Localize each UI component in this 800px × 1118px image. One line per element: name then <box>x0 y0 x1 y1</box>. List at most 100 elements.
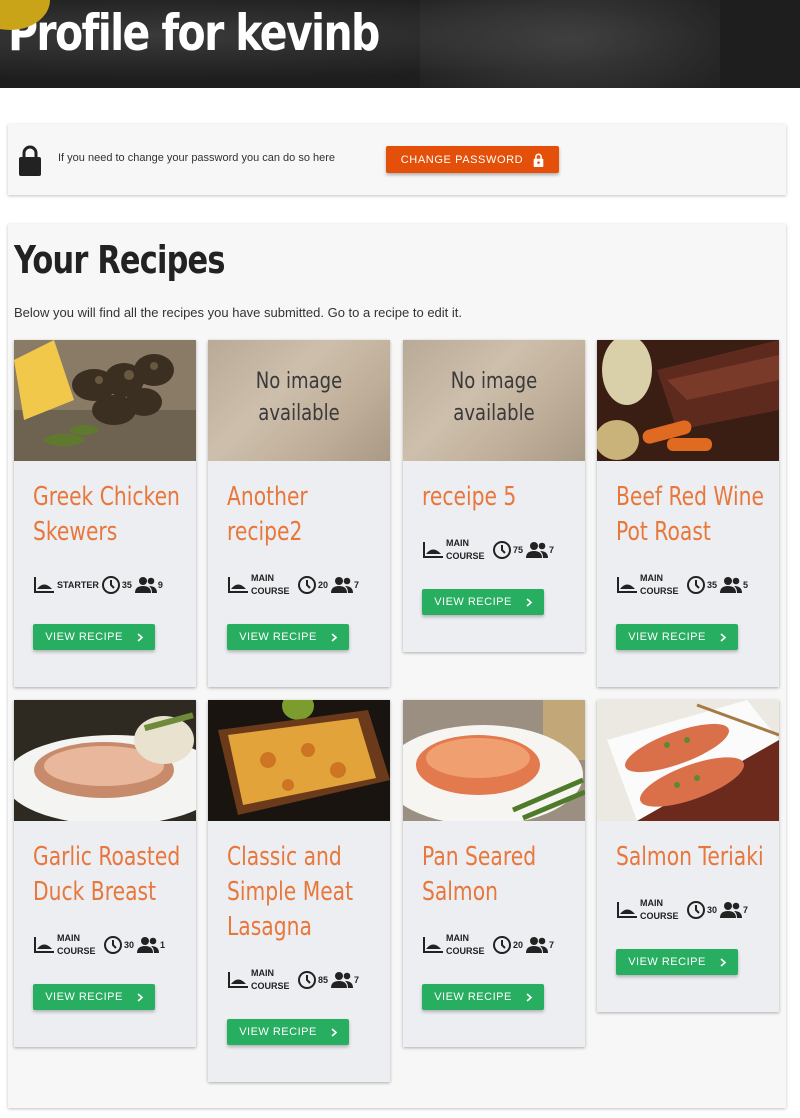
chevron-right-icon <box>137 632 143 642</box>
view-recipe-button[interactable]: VIEW RECIPE <box>422 589 544 615</box>
course-label: MAIN COURSE <box>640 897 684 923</box>
course-line: COURSE <box>251 981 290 991</box>
recipe-course: MAIN COURSE <box>227 572 295 598</box>
recipe-meta: MAIN COURSE 20 7 <box>422 930 554 960</box>
recipe-time: 30 <box>103 935 134 955</box>
no-image-placeholder: No image available <box>419 366 568 430</box>
course-line: MAIN <box>251 968 274 978</box>
clock-icon <box>493 936 511 954</box>
view-recipe-button[interactable]: VIEW RECIPE <box>33 624 155 650</box>
recipe-title[interactable]: Another recipe2 <box>227 480 352 550</box>
recipe-course: MAIN COURSE <box>616 572 684 598</box>
serves-value: 5 <box>743 580 749 590</box>
course-label: MAIN COURSE <box>446 932 490 958</box>
view-recipe-label: VIEW RECIPE <box>434 991 512 1003</box>
change-password-button[interactable]: CHANGE PASSWORD <box>386 146 559 173</box>
recipe-meta: MAIN COURSE 30 1 <box>33 930 165 960</box>
recipe-title-line: Lasagna <box>227 912 312 942</box>
course-icon <box>34 577 54 593</box>
recipe-card: Beef Red Wine Pot Roast MAIN COURSE 35 5 VI… <box>597 340 779 687</box>
clock-icon <box>298 971 316 989</box>
recipe-title-line: Salmon Teriaki <box>616 842 764 872</box>
view-recipe-label: VIEW RECIPE <box>45 631 123 643</box>
course-icon <box>228 577 248 593</box>
recipe-title-line: Simple Meat <box>227 877 354 907</box>
recipe-meta: MAIN COURSE 20 7 <box>227 570 359 600</box>
recipe-title[interactable]: receipe 5 <box>422 480 547 515</box>
serves-value: 9 <box>157 580 163 590</box>
time-value: 20 <box>318 580 329 590</box>
recipe-time: 35 <box>686 575 717 595</box>
view-recipe-button[interactable]: VIEW RECIPE <box>227 624 349 650</box>
recipe-image: No image available <box>208 340 390 461</box>
recipe-image <box>14 700 196 821</box>
no-image-line: No image <box>450 369 538 394</box>
view-recipe-label: VIEW RECIPE <box>434 596 512 608</box>
clock-icon <box>687 576 705 594</box>
course-icon <box>34 937 54 953</box>
recipe-serves: 9 <box>134 577 163 593</box>
time-value: 75 <box>513 545 524 555</box>
chevron-right-icon <box>526 597 532 607</box>
recipe-card: Salmon Teriaki MAIN COURSE 30 7 VIEW RECIP… <box>597 700 779 1012</box>
course-icon <box>423 542 443 558</box>
recipe-card: Garlic Roasted Duck Breast MAIN COURSE 30 … <box>14 700 196 1047</box>
chevron-right-icon <box>331 632 337 642</box>
recipe-course: MAIN COURSE <box>227 967 295 993</box>
profile-hero-banner: Profile for kevinb <box>0 0 800 88</box>
recipe-time: 20 <box>492 935 523 955</box>
recipe-time: 20 <box>297 575 328 595</box>
password-help-text: If you need to change your password you … <box>58 152 336 164</box>
recipe-title[interactable]: Beef Red Wine Pot Roast <box>616 480 764 550</box>
recipe-serves: 7 <box>720 902 748 918</box>
chevron-right-icon <box>720 632 726 642</box>
recipe-title-line: Skewers <box>33 517 118 547</box>
clock-icon <box>298 576 316 594</box>
recipe-title-line: receipe 5 <box>422 482 517 512</box>
recipe-title-line: Pan Seared <box>422 842 537 872</box>
recipe-title[interactable]: Garlic Roasted Duck Breast <box>33 840 180 910</box>
time-value: 20 <box>513 940 524 950</box>
serves-value: 7 <box>549 940 555 950</box>
recipe-card: No image available Another recipe2 MAIN CO… <box>208 340 390 687</box>
recipe-serves: 7 <box>331 972 359 988</box>
serves-value: 1 <box>160 940 166 950</box>
chevron-right-icon <box>331 1027 337 1037</box>
no-image-line: available <box>453 401 535 426</box>
recipe-title[interactable]: Greek Chicken Skewers <box>33 480 180 550</box>
people-icon <box>331 577 354 593</box>
time-value: 30 <box>124 940 135 950</box>
time-value: 35 <box>121 580 132 590</box>
recipe-title[interactable]: Pan Seared Salmon <box>422 840 547 910</box>
view-recipe-button[interactable]: VIEW RECIPE <box>422 984 544 1010</box>
recipes-subtitle: Below you will find all the recipes you … <box>14 305 463 320</box>
course-icon <box>617 902 637 918</box>
recipe-title-line: Classic and <box>227 842 342 872</box>
recipe-title-line: Duck Breast <box>33 877 157 907</box>
course-label: MAIN COURSE <box>251 572 295 598</box>
recipe-title-line: Pot Roast <box>616 517 711 547</box>
recipe-title-line: Salmon <box>422 877 498 907</box>
course-line: COURSE <box>446 946 485 956</box>
people-icon <box>526 542 549 558</box>
recipe-time: 75 <box>492 540 523 560</box>
view-recipe-button[interactable]: VIEW RECIPE <box>616 624 738 650</box>
view-recipe-label: VIEW RECIPE <box>628 956 706 968</box>
view-recipe-button[interactable]: VIEW RECIPE <box>33 984 155 1010</box>
recipe-meta: MAIN COURSE 35 5 <box>616 570 748 600</box>
serves-value: 7 <box>549 545 555 555</box>
course-line: COURSE <box>446 551 485 561</box>
course-line: MAIN <box>446 933 469 943</box>
course-label: STARTER <box>57 579 99 592</box>
course-icon <box>423 937 443 953</box>
recipe-image <box>403 700 585 821</box>
recipe-image <box>208 700 390 821</box>
recipe-title[interactable]: Classic and Simple Meat Lasagna <box>227 840 354 945</box>
password-panel: If you need to change your password you … <box>8 124 786 195</box>
view-recipe-label: VIEW RECIPE <box>239 1026 317 1038</box>
time-value: 85 <box>318 975 329 985</box>
view-recipe-button[interactable]: VIEW RECIPE <box>616 949 738 975</box>
recipe-title[interactable]: Salmon Teriaki <box>616 840 764 875</box>
people-icon <box>526 937 549 953</box>
view-recipe-button[interactable]: VIEW RECIPE <box>227 1019 349 1045</box>
